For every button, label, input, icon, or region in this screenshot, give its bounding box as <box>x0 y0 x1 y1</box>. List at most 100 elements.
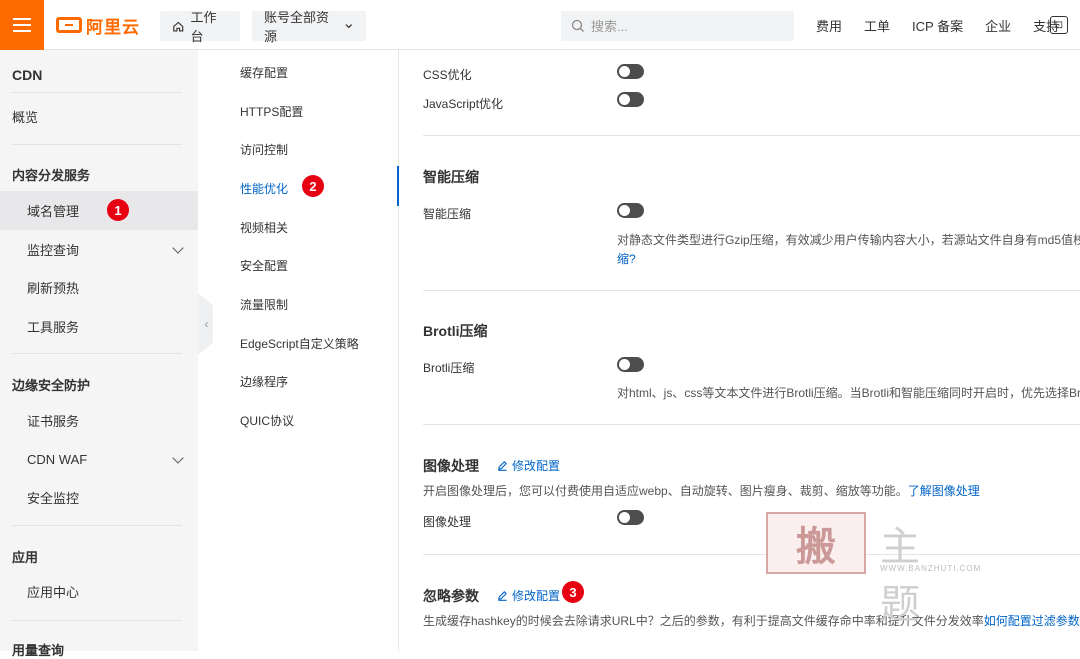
menu-line <box>13 24 31 26</box>
watermark-seal: 搬 <box>766 512 866 574</box>
edit-icon <box>498 591 507 601</box>
sidebar-item-label: 工具服务 <box>27 320 80 335</box>
subnav-item-edgescript[interactable]: EdgeScript自定义策略 <box>240 335 359 352</box>
sidebar-item-refresh-prefetch[interactable]: 刷新预热 <box>0 268 198 307</box>
watermark: 搬 主题 WWW.BANZHUTI.COM <box>766 508 996 628</box>
brotli-desc: 对html、js、css等文本文件进行Brotli压缩。当Brotli和智能压缩… <box>617 386 1080 400</box>
image-processing-label: 图像处理 <box>423 515 472 529</box>
css-optimize-toggle[interactable] <box>617 64 644 79</box>
sidebar-item-label: CDN WAF <box>27 452 88 467</box>
divider <box>12 353 182 354</box>
sidebar-group-usage: 用量查询 <box>12 643 65 658</box>
image-processing-desc: 开启图像处理后，您可以付费使用自适应webp、自动旋转、图片瘦身、裁剪、缩放等功… <box>423 482 980 499</box>
image-processing-toggle[interactable] <box>617 510 644 525</box>
active-indicator <box>397 166 399 206</box>
brotli-toggle[interactable] <box>617 357 644 372</box>
divider <box>12 525 182 526</box>
ignore-params-edit-link[interactable]: 修改配置 <box>497 587 560 604</box>
js-optimize-label: JavaScript优化 <box>423 97 504 111</box>
sidebar-item-tools[interactable]: 工具服务 <box>0 307 198 346</box>
sidebar-group-applications: 应用 <box>12 550 39 565</box>
divider <box>423 135 1080 136</box>
smart-compression-help-link[interactable]: 缩? <box>617 250 636 267</box>
workbench-label: 工作台 <box>190 10 217 44</box>
subnav-item-https[interactable]: HTTPS配置 <box>240 103 303 120</box>
sidebar-item-cdn-waf[interactable]: CDN WAF <box>0 440 198 479</box>
sidebar-group-edge-security: 边缘安全防护 <box>12 378 91 393</box>
sidebar-item-app-center[interactable]: 应用中心 <box>0 572 198 611</box>
sidebar-group-content-delivery: 内容分发服务 <box>12 168 91 183</box>
step-badge-2: 2 <box>302 175 324 197</box>
search-box[interactable] <box>561 11 794 41</box>
subnav-item-security[interactable]: 安全配置 <box>240 257 288 274</box>
top-link-billing[interactable]: 费用 <box>816 16 842 35</box>
search-icon <box>571 19 584 32</box>
watermark-url: WWW.BANZHUTI.COM <box>880 564 982 573</box>
brotli-title: Brotli压缩 <box>423 323 488 339</box>
subnav-item-cache[interactable]: 缓存配置 <box>240 64 288 81</box>
subnav-item-access-control[interactable]: 访问控制 <box>240 141 288 158</box>
sidebar-item-label: 应用中心 <box>27 585 80 600</box>
sidebar: CDN 概览 内容分发服务 域名管理 监控查询 刷新预热 工具服务 边缘安全防护… <box>0 50 198 658</box>
home-icon <box>173 21 184 32</box>
smart-compression-desc: 对静态文件类型进行Gzip压缩，有效减少用户传输内容大小，若源站文件自身有md5… <box>617 233 1080 247</box>
smart-compression-title: 智能压缩 <box>423 169 479 185</box>
css-optimize-label: CSS优化 <box>423 68 472 82</box>
chevron-down-icon <box>345 24 353 29</box>
chevron-down-icon <box>172 242 184 254</box>
logo-icon <box>56 17 82 33</box>
smart-compression-toggle[interactable] <box>617 203 644 218</box>
top-link-enterprise[interactable]: 企业 <box>985 16 1011 35</box>
search-input[interactable] <box>591 18 771 34</box>
sidebar-item-label: 监控查询 <box>27 243 80 258</box>
edit-label: 修改配置 <box>512 459 561 473</box>
image-processing-learn-link[interactable]: 了解图像处理 <box>908 484 980 498</box>
top-links: 费用 工单 ICP 备案 企业 支持 <box>816 0 1080 50</box>
aliyun-logo[interactable]: 阿里云 <box>56 14 140 37</box>
step-badge-1: 1 <box>107 199 129 221</box>
sidebar-item-label: 安全监控 <box>27 491 80 506</box>
subnav-item-rate-limit[interactable]: 流量限制 <box>240 296 288 313</box>
step-badge-3: 3 <box>562 581 584 603</box>
chevron-down-icon <box>172 452 184 464</box>
ignore-params-help-link[interactable]: 如何配置过滤参数? <box>984 614 1080 628</box>
app-icon[interactable]: ⊡ <box>1050 16 1068 34</box>
image-processing-desc-text: 开启图像处理后，您可以付费使用自适应webp、自动旋转、图片瘦身、裁剪、缩放等功… <box>423 484 908 498</box>
sidebar-title: CDN <box>12 67 43 83</box>
account-scope-dropdown[interactable]: 账号全部资源 <box>252 10 366 44</box>
hamburger-menu-button[interactable] <box>0 0 44 50</box>
sidebar-item-security-monitoring[interactable]: 安全监控 <box>0 478 198 517</box>
divider <box>12 92 182 93</box>
sidebar-item-label: 证书服务 <box>27 414 80 429</box>
divider <box>423 424 1080 425</box>
menu-line <box>13 30 31 32</box>
chevron-left-icon: ‹ <box>204 317 209 331</box>
brotli-label: Brotli压缩 <box>423 361 475 375</box>
sidebar-item-monitoring[interactable]: 监控查询 <box>0 230 198 269</box>
edit-icon <box>498 461 507 471</box>
smart-compression-label: 智能压缩 <box>423 207 472 221</box>
logo-text: 阿里云 <box>86 17 140 37</box>
menu-line <box>13 18 31 20</box>
image-processing-title: 图像处理 <box>423 458 479 474</box>
top-link-icp[interactable]: ICP 备案 <box>912 16 963 35</box>
top-bar: 阿里云 工作台 账号全部资源 费用 工单 ICP 备案 企业 支持 ⊡ <box>0 0 1080 50</box>
divider <box>423 290 1080 291</box>
sidebar-item-certificates[interactable]: 证书服务 <box>0 401 198 440</box>
js-optimize-toggle[interactable] <box>617 92 644 107</box>
sidebar-item-label: 刷新预热 <box>27 281 80 296</box>
image-processing-edit-link[interactable]: 修改配置 <box>497 457 560 474</box>
sidebar-item-label: 域名管理 <box>27 204 80 219</box>
subnav-item-video[interactable]: 视频相关 <box>240 219 288 236</box>
subnav-item-performance[interactable]: 性能优化 <box>240 180 288 197</box>
ignore-params-title: 忽略参数 <box>423 588 479 604</box>
sidebar-collapse-handle[interactable]: ‹ <box>198 293 213 355</box>
sidebar-item-domain-management[interactable]: 域名管理 <box>0 191 198 230</box>
divider <box>12 144 182 145</box>
workbench-button[interactable]: 工作台 <box>160 10 240 44</box>
top-link-tickets[interactable]: 工单 <box>864 16 890 35</box>
subnav-item-edge-routine[interactable]: 边缘程序 <box>240 373 288 390</box>
subnav-item-quic[interactable]: QUIC协议 <box>240 412 294 429</box>
sidebar-item-overview[interactable]: 概览 <box>0 97 198 136</box>
account-scope-label: 账号全部资源 <box>264 10 330 44</box>
